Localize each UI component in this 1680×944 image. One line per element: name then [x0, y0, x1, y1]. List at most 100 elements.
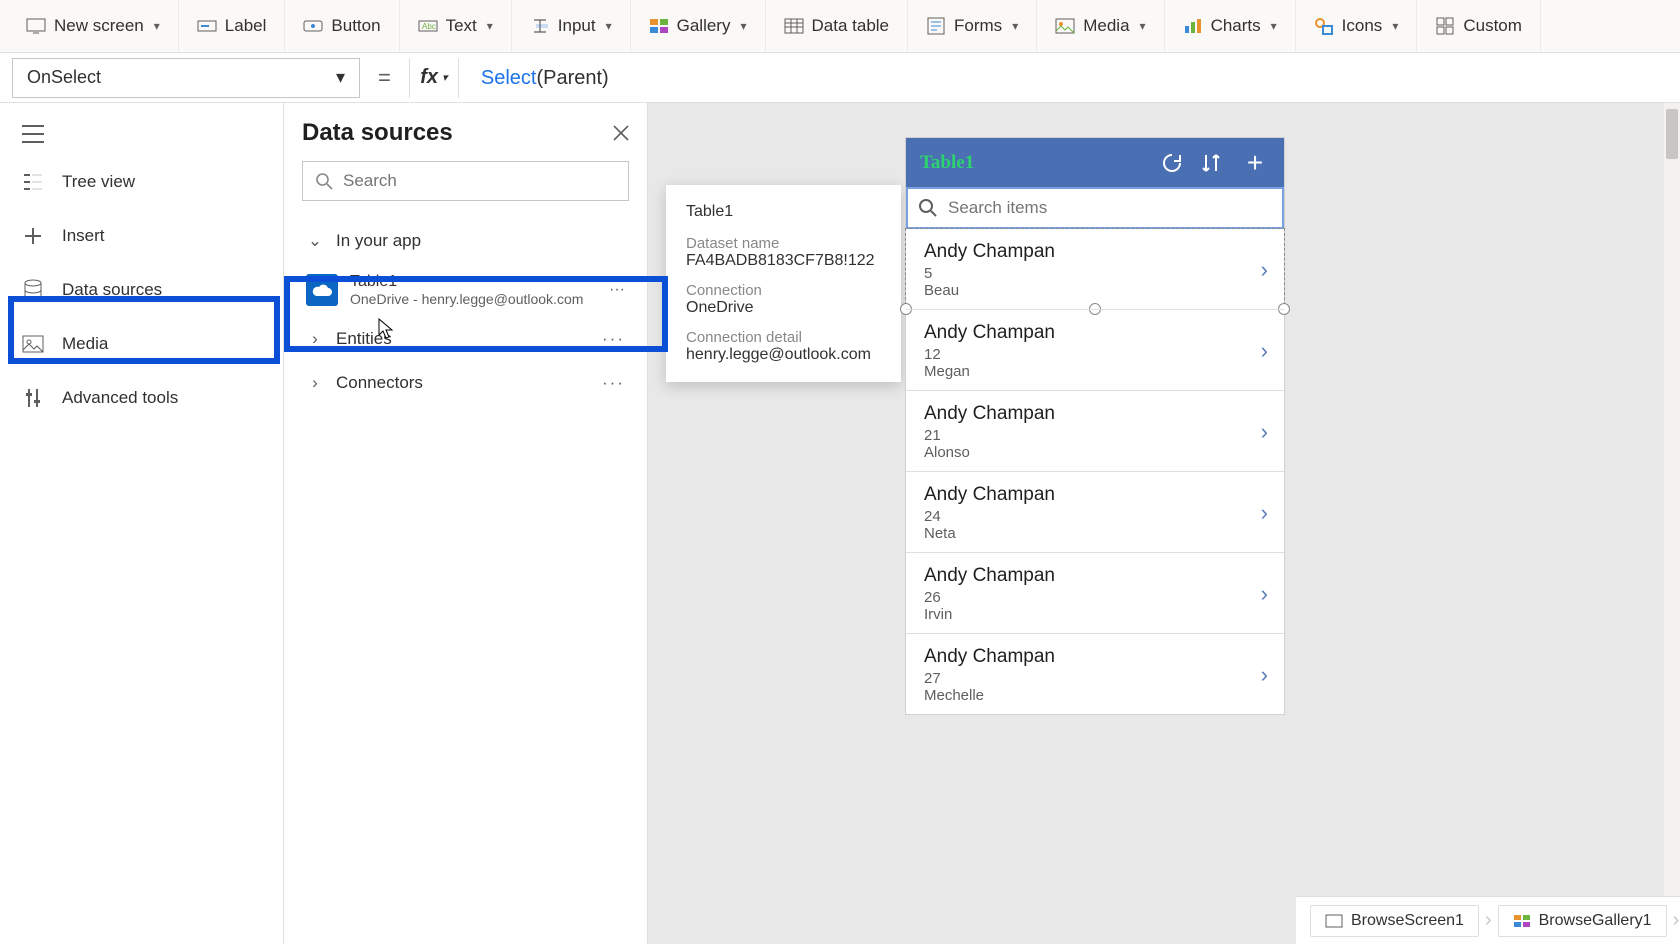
- formula-input[interactable]: Select(Parent): [471, 65, 1668, 90]
- text-icon: Abc: [418, 16, 438, 36]
- chevron-right-icon: ›: [1261, 338, 1268, 364]
- list-item[interactable]: Andy Champan 24 Neta ›: [906, 471, 1284, 552]
- chevron-right-icon: ›: [1261, 500, 1268, 526]
- item-sub: Neta: [924, 525, 1261, 542]
- ribbon-custom[interactable]: Custom: [1417, 0, 1541, 52]
- button-icon: [303, 16, 323, 36]
- ribbon-input[interactable]: Input ▾: [512, 0, 631, 52]
- formula-function: Select: [481, 67, 537, 89]
- ribbon-data-table[interactable]: Data table: [766, 0, 909, 52]
- property-name: OnSelect: [27, 67, 101, 88]
- tooltip-detail-label: Connection detail: [686, 329, 881, 346]
- nav-advanced-tools[interactable]: Advanced tools: [0, 371, 283, 425]
- label-icon: [197, 16, 217, 36]
- ribbon-gallery[interactable]: Gallery▾: [631, 0, 766, 52]
- hamburger-button[interactable]: [0, 113, 283, 155]
- list-item[interactable]: Andy Champan 21 Alonso ›: [906, 390, 1284, 471]
- crumb-label: BrowseScreen1: [1351, 912, 1464, 930]
- phone-search[interactable]: [906, 187, 1284, 229]
- property-dropdown[interactable]: OnSelect ▾: [12, 58, 360, 98]
- group-entities[interactable]: › Entities ···: [302, 317, 629, 361]
- list-item[interactable]: Andy Champan 5 Beau ›: [906, 229, 1284, 309]
- list-item[interactable]: Andy Champan 27 Mechelle ›: [906, 633, 1284, 714]
- chevron-right-icon: ›: [306, 373, 324, 393]
- phone-preview: Table1 + Andy Champan 5 Beau ›: [906, 138, 1284, 714]
- chevron-down-icon: ▾: [1140, 19, 1146, 33]
- media-icon: [1055, 16, 1075, 36]
- nav-insert[interactable]: Insert: [0, 209, 283, 263]
- group-connectors[interactable]: › Connectors ···: [302, 361, 629, 405]
- app-canvas[interactable]: Table1 Dataset name FA4BADB8183CF7B8!122…: [648, 103, 1664, 896]
- group-label: Entities: [336, 329, 392, 349]
- phone-header: Table1 +: [906, 138, 1284, 188]
- hamburger-icon: [22, 125, 44, 143]
- ribbon-label: Button: [331, 16, 380, 36]
- insert-ribbon: New screen▾Label Button Abc Text ▾ Input ▾ Gall…: [0, 0, 1680, 53]
- nav-tree-view[interactable]: Tree view: [0, 155, 283, 209]
- ribbon-label: Forms: [954, 16, 1002, 36]
- chevron-right-icon: ›: [1261, 419, 1268, 445]
- nav-data-sources[interactable]: Data sources: [0, 263, 283, 317]
- ribbon-media[interactable]: Media▾: [1037, 0, 1164, 52]
- phone-search-input[interactable]: [948, 198, 1272, 218]
- nav-label: Data sources: [62, 280, 162, 300]
- custom-icon: [1435, 16, 1455, 36]
- add-button[interactable]: +: [1240, 149, 1270, 177]
- sort-button[interactable]: [1200, 152, 1230, 174]
- chevron-down-icon: ▾: [1012, 19, 1018, 33]
- phone-list: Andy Champan 5 Beau › Andy Champan 12 Me…: [906, 229, 1284, 714]
- ribbon-icons[interactable]: Icons▾: [1296, 0, 1418, 52]
- refresh-button[interactable]: [1160, 151, 1190, 175]
- ribbon-button[interactable]: Button: [285, 0, 399, 52]
- ribbon-charts[interactable]: Charts▾: [1165, 0, 1296, 52]
- more-button[interactable]: ···: [602, 329, 625, 349]
- data-sources-panel: Data sources ⌄ In your app Table1 OneDri…: [284, 103, 648, 944]
- item-name: Andy Champan: [924, 565, 1261, 587]
- group-in-your-app[interactable]: ⌄ In your app: [302, 219, 629, 263]
- ribbon-text[interactable]: AbcText▾: [400, 0, 512, 52]
- tools-icon: [22, 387, 44, 409]
- close-button[interactable]: [613, 125, 629, 141]
- status-bar: BrowseScreen1 › BrowseGallery1 › Separat…: [1296, 896, 1680, 944]
- chevron-down-icon: ▾: [1271, 19, 1277, 33]
- scroll-thumb[interactable]: [1666, 109, 1678, 159]
- ribbon-label: Gallery: [677, 16, 731, 36]
- chevron-down-icon: ▾: [606, 19, 612, 33]
- forms-icon: [926, 16, 946, 36]
- vertical-scrollbar[interactable]: [1664, 103, 1680, 896]
- tooltip-connection-value: OneDrive: [686, 299, 881, 317]
- crumb-label: BrowseGallery1: [1539, 912, 1652, 930]
- group-label: Connectors: [336, 373, 423, 393]
- onedrive-icon: [306, 274, 338, 306]
- search-input[interactable]: [343, 171, 616, 191]
- formula-arg: (Parent): [536, 67, 608, 89]
- ribbon-label[interactable]: Label: [179, 0, 286, 52]
- breadcrumb-gallery[interactable]: BrowseGallery1: [1498, 905, 1667, 937]
- gallery-icon: [1513, 914, 1531, 928]
- formula-bar: OnSelect ▾ = fx ▾ Select(Parent): [0, 53, 1680, 103]
- ribbon-new-screen[interactable]: New screen▾: [8, 0, 179, 52]
- fx-label: fx: [420, 66, 438, 89]
- list-item[interactable]: Andy Champan 26 Irvin ›: [906, 552, 1284, 633]
- more-button[interactable]: ···: [602, 373, 625, 393]
- ribbon-label: Input: [558, 16, 596, 36]
- screen-icon: [1325, 914, 1343, 928]
- fx-button[interactable]: fx ▾: [409, 58, 459, 98]
- list-item[interactable]: Andy Champan 12 Megan ›: [906, 309, 1284, 390]
- more-button[interactable]: ···: [609, 281, 625, 299]
- entry-sub: OneDrive - henry.legge@outlook.com: [350, 291, 583, 307]
- breadcrumb-screen[interactable]: BrowseScreen1: [1310, 905, 1479, 937]
- item-number: 24: [924, 508, 1261, 525]
- data-source-entry[interactable]: Table1 OneDrive - henry.legge@outlook.co…: [302, 263, 629, 317]
- ribbon-label: Custom: [1463, 16, 1522, 36]
- tooltip-title: Table1: [686, 203, 881, 221]
- ribbon-forms[interactable]: Forms ▾: [908, 0, 1037, 52]
- data-source-search[interactable]: [302, 161, 629, 201]
- nav-media[interactable]: Media: [0, 317, 283, 371]
- item-sub: Mechelle: [924, 687, 1261, 704]
- ribbon-label: Text: [446, 16, 477, 36]
- charts-icon: [1183, 16, 1203, 36]
- svg-text:Abc: Abc: [422, 22, 436, 31]
- plus-icon: [22, 225, 44, 247]
- panel-title: Data sources: [302, 119, 453, 147]
